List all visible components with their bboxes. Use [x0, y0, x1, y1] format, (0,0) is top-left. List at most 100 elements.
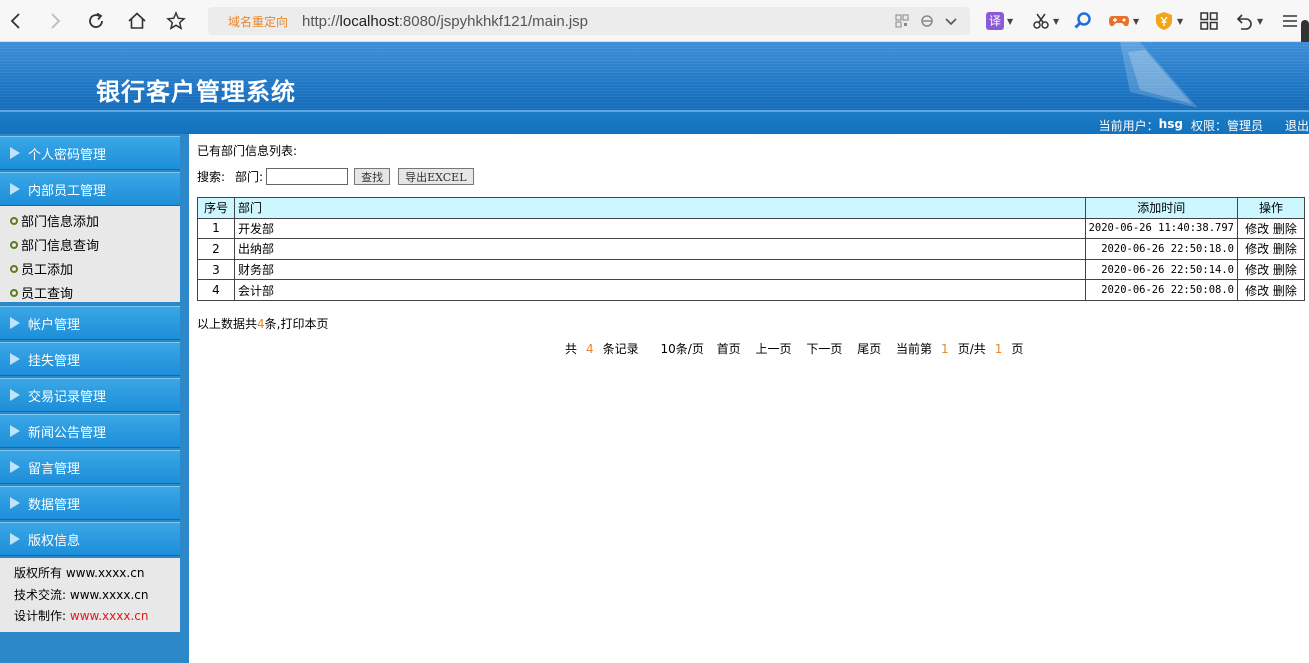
copyright-label: 版权所有	[14, 566, 63, 580]
copyright-line: 版权所有 www.xxxx.cn	[14, 563, 180, 585]
bullet-icon	[10, 216, 18, 225]
back-button[interactable]	[3, 8, 29, 34]
menu-label: 数据管理	[28, 497, 81, 513]
submenu-label: 员工查询	[21, 287, 74, 302]
row-ops: 修改 删除	[1237, 238, 1305, 260]
menu-staff[interactable]: 内部员工管理	[0, 172, 180, 206]
delete-link[interactable]: 删除	[1273, 242, 1297, 256]
tech-value: www.xxxx.cn	[69, 587, 149, 602]
row-ops: 修改 删除	[1237, 279, 1305, 301]
submenu-dept-query[interactable]: 部门信息查询	[10, 235, 99, 254]
system-title: 银行客户管理系统	[96, 77, 296, 106]
bullet-icon	[10, 240, 18, 249]
tech-label: 技术交流:	[14, 587, 67, 602]
first-page-link[interactable]: 首页	[717, 342, 741, 356]
menu-label: 新闻公告管理	[28, 425, 107, 441]
chevron-right-icon	[51, 13, 61, 29]
apps-button[interactable]	[1199, 10, 1219, 32]
row-ops: 修改 删除	[1237, 217, 1305, 240]
caret-icon: ▼	[1177, 16, 1184, 26]
edit-link[interactable]: 修改	[1245, 284, 1269, 298]
row-no: 2	[197, 238, 235, 260]
caret-icon: ▼	[1007, 16, 1014, 26]
reload-button[interactable]	[83, 8, 109, 34]
dept-label: 部门:	[235, 170, 264, 184]
prev-page-link[interactable]: 上一页	[756, 342, 792, 356]
caret-icon: ▼	[1053, 16, 1060, 26]
delete-link[interactable]: 删除	[1273, 222, 1297, 236]
last-page-link[interactable]: 尾页	[857, 342, 881, 356]
next-page-link[interactable]: 下一页	[806, 342, 842, 356]
chevron-left-icon	[10, 13, 20, 29]
undo-icon	[1236, 14, 1252, 30]
edit-link[interactable]: 修改	[1245, 222, 1269, 236]
menu-news[interactable]: 新闻公告管理	[0, 414, 180, 448]
logout-link[interactable]: 退出	[1285, 117, 1309, 134]
design-line: 设计制作: www.xxxx.cn	[14, 606, 180, 628]
design-value[interactable]: www.xxxx.cn	[70, 609, 149, 623]
search-icon	[1074, 12, 1091, 29]
row-no: 4	[197, 279, 235, 301]
submenu-staff-add[interactable]: 员工添加	[10, 259, 73, 278]
grid-icon	[1200, 12, 1218, 30]
submenu-staff-query[interactable]: 员工查询	[10, 283, 73, 302]
table-row: 4 会计部 2020-06-26 22:50:08.0 修改 删除	[197, 279, 1305, 301]
forward-button[interactable]	[42, 8, 68, 34]
search-button[interactable]: 查找	[354, 168, 391, 185]
menu-label: 个人密码管理	[28, 147, 107, 163]
menu-copyright[interactable]: 版权信息	[0, 522, 180, 556]
shield-yen-icon	[1156, 12, 1172, 30]
qrcode-icon[interactable]	[894, 13, 910, 29]
menu-label: 挂失管理	[28, 353, 81, 369]
bookmark-button[interactable]	[163, 8, 189, 34]
search-button[interactable]	[1073, 10, 1093, 32]
screenshot-button[interactable]: ▼	[1032, 10, 1059, 32]
submenu-label: 部门信息查询	[21, 239, 100, 254]
menu-label: 版权信息	[28, 533, 81, 549]
table-row: 3 财务部 2020-06-26 22:50:14.0 修改 删除	[197, 258, 1305, 281]
menu-transactions[interactable]: 交易记录管理	[0, 378, 180, 412]
department-table: 序号 部门 添加时间 操作 1 开发部 2020-06-26 11:40:38.…	[197, 197, 1305, 301]
row-ops: 修改 删除	[1237, 258, 1305, 281]
menu-password[interactable]: 个人密码管理	[0, 136, 180, 170]
export-excel-button[interactable]: 导出EXCEL	[398, 168, 474, 185]
row-name: 开发部	[234, 217, 1086, 240]
edit-link[interactable]: 修改	[1245, 242, 1269, 256]
menu-messages[interactable]: 留言管理	[0, 450, 180, 484]
role-label: 权限：	[1190, 119, 1227, 133]
star-icon	[166, 11, 186, 30]
address-bar[interactable]: 域名重定向 http://localhost:8080/jspyhkhkf121…	[208, 7, 970, 35]
dept-search-input[interactable]	[266, 168, 349, 185]
chevron-down-icon[interactable]	[943, 13, 959, 29]
delete-link[interactable]: 删除	[1273, 284, 1297, 298]
undo-close-button[interactable]: ▼	[1234, 10, 1263, 32]
home-button[interactable]	[124, 8, 150, 34]
bullet-icon	[10, 288, 18, 297]
triangle-icon	[10, 147, 20, 159]
header-banner: 银行客户管理系统 当前用户： hsg 权限： 管理员 退出	[0, 42, 1309, 134]
record-summary: 以上数据共4条,打印本页	[197, 315, 329, 332]
url-text: http://localhost:8080/jspyhkhkf121/main.…	[302, 12, 589, 30]
role-value: 管理员	[1226, 119, 1263, 133]
triangle-icon	[10, 425, 20, 437]
game-button[interactable]: ▼	[1108, 10, 1139, 32]
menu-account[interactable]: 帐户管理	[0, 306, 180, 340]
triangle-icon	[10, 461, 20, 473]
submenu-dept-add[interactable]: 部门信息添加	[10, 211, 99, 230]
translate-button[interactable]: 译 ▼	[986, 10, 1013, 32]
menu-label: 留言管理	[28, 461, 81, 477]
wallet-button[interactable]: ▼	[1154, 10, 1183, 32]
menu-data[interactable]: 数据管理	[0, 486, 180, 520]
delete-link[interactable]: 删除	[1273, 263, 1297, 277]
table-row: 2 出纳部 2020-06-26 22:50:18.0 修改 删除	[197, 238, 1305, 260]
print-link[interactable]: 打印本页	[280, 317, 328, 331]
ie-mode-icon[interactable]	[919, 13, 935, 29]
menu-button[interactable]	[1281, 10, 1299, 32]
row-time: 2020-06-26 22:50:18.0	[1084, 238, 1239, 260]
edit-link[interactable]: 修改	[1245, 263, 1269, 277]
row-name: 会计部	[234, 279, 1086, 301]
menu-loss-report[interactable]: 挂失管理	[0, 342, 180, 376]
col-op-header: 操作	[1237, 197, 1305, 219]
list-title: 已有部门信息列表:	[197, 144, 298, 158]
page-indicator: 当前第 1 页/共 1 页	[896, 342, 1024, 356]
